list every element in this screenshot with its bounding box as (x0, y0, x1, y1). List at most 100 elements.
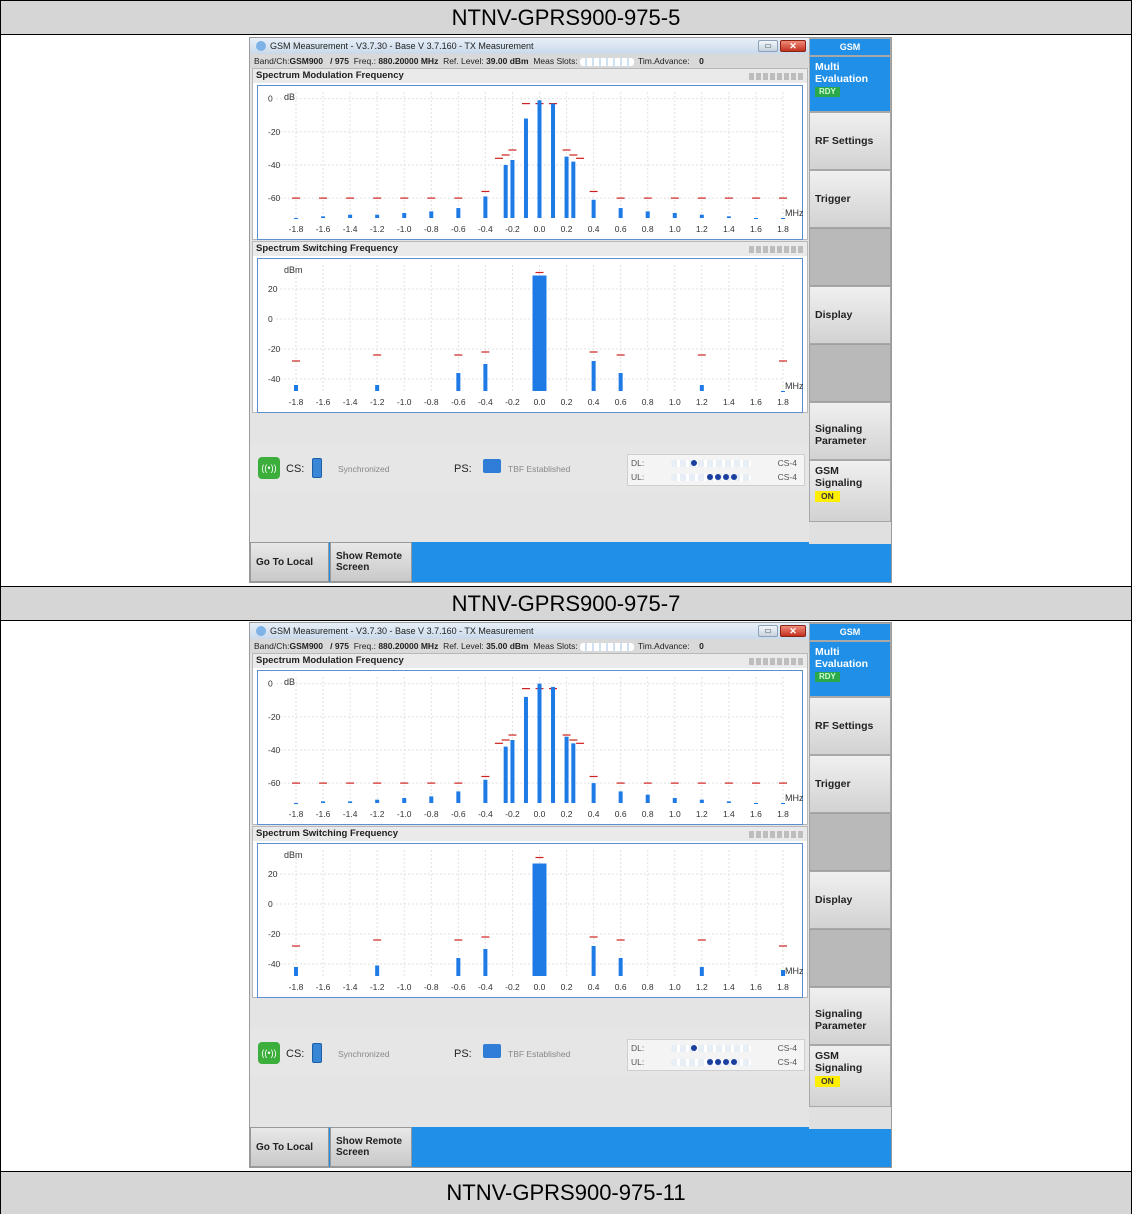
x-tick-label: -1.4 (343, 982, 358, 992)
x-tick-label: 1.8 (777, 809, 789, 819)
x-tick-label: -1.8 (289, 224, 304, 234)
modulation-panel: Spectrum Modulation Frequency -1.8 -1.6 -1… (252, 653, 808, 825)
softkey-empty-1[interactable] (809, 228, 891, 286)
close-icon[interactable]: ✕ (780, 625, 806, 637)
softkey-rf-settings[interactable]: RF Settings (809, 112, 891, 170)
bar (456, 791, 461, 803)
x-tick-label: -0.2 (505, 809, 520, 819)
window-titlebar[interactable]: GSM Measurement - V3.7.30 - Base V 3.7.1… (250, 623, 810, 639)
bar (375, 214, 380, 218)
show-remote-screen-button[interactable]: Show Remote Screen (330, 542, 412, 582)
info-bar: Band/Ch:GSM900 / 975 Freq.: 880.20000 MH… (250, 639, 810, 653)
y-tick-label: 0 (268, 899, 273, 909)
ul-slot-dot (707, 474, 713, 480)
softkey-signaling-parameter[interactable]: Signaling Parameter (809, 402, 891, 460)
x-tick-label: 1.2 (696, 982, 708, 992)
window-title: GSM Measurement - V3.7.30 - Base V 3.7.1… (270, 626, 534, 636)
window-titlebar[interactable]: GSM Measurement - V3.7.30 - Base V 3.7.1… (250, 38, 810, 54)
band-value: GSM900 (289, 56, 323, 66)
x-tick-label: 1.0 (669, 809, 681, 819)
x-tick-label: -0.6 (451, 397, 466, 407)
modulation-chart: -1.8 -1.6 -1.4 -1.2 -1.0 -0.8 -0.6 -0.4 -0.2 0.0 0… (268, 677, 804, 819)
x-tick-label: 1.6 (750, 982, 762, 992)
softkey-empty-2[interactable] (809, 929, 891, 987)
panel-indicator (749, 658, 803, 665)
minimize-icon[interactable]: ▭ (758, 625, 778, 637)
bar (483, 196, 488, 218)
bar (402, 213, 407, 218)
modulation-chart: -1.8 -1.6 -1.4 -1.2 -1.0 -0.8 -0.6 -0.4 -0.2 0.0 0… (268, 92, 804, 234)
bar (781, 803, 785, 804)
laptop-icon (483, 459, 501, 473)
freq-value: 880.20000 MHz (378, 56, 439, 66)
minimize-icon[interactable]: ▭ (758, 40, 778, 52)
x-tick-label: 0.4 (588, 809, 600, 819)
switching-chart: -1.8 -1.6 -1.4 -1.2 -1.0 -0.8 -0.6 -0.4 -0.2 0.0 0… (268, 850, 804, 992)
ps-status: TBF Established (508, 1049, 571, 1059)
softkey-signaling-parameter[interactable]: Signaling Parameter (809, 987, 891, 1045)
close-icon[interactable]: ✕ (780, 40, 806, 52)
rdy-badge: RDY (815, 87, 840, 97)
softkey-display[interactable]: Display (809, 286, 891, 344)
bar (753, 803, 758, 804)
switching-panel: Spectrum Switching Frequency -1.8 -1.6 -1.… (252, 826, 808, 998)
x-tick-label: 0.6 (615, 809, 627, 819)
softkey-trigger[interactable]: Trigger (809, 170, 891, 228)
row-header-2: NTNV-GPRS900-975-7 (1, 586, 1131, 621)
ps-label: PS: (454, 463, 472, 475)
dl-slot-dot (691, 1045, 697, 1051)
y-tick-label: -20 (268, 929, 281, 939)
x-tick-label: -1.4 (343, 224, 358, 234)
ul-slot-dot (723, 474, 729, 480)
bar (564, 736, 569, 803)
softkey-gsm-signaling[interactable]: GSM Signaling ON (809, 1045, 891, 1107)
bar (781, 970, 785, 976)
bar (699, 967, 704, 976)
y-unit-label: dB (284, 677, 295, 687)
x-tick-label: 1.6 (750, 809, 762, 819)
x-tick-label: 1.4 (723, 982, 735, 992)
x-tick-label: 1.2 (696, 397, 708, 407)
go-to-local-button[interactable]: Go To Local (250, 1127, 329, 1167)
ul-slot-dot (731, 474, 737, 480)
y-tick-label: -40 (268, 374, 281, 384)
x-tick-label: 1.8 (777, 224, 789, 234)
timing-advance-label: Tim.Advance: (637, 56, 690, 66)
y-tick-label: 20 (268, 284, 278, 294)
x-tick-label: 0.6 (615, 982, 627, 992)
meas-slots-label: Meas Slots: (533, 56, 578, 66)
bar (551, 103, 556, 218)
go-to-local-button[interactable]: Go To Local (250, 542, 329, 582)
switching-plot: -1.8 -1.6 -1.4 -1.2 -1.0 -0.8 -0.6 -0.4 -0.2 0.0 0… (257, 258, 804, 413)
ref-level-label: Ref. Level: (443, 56, 484, 66)
softkey-gsm[interactable]: GSM (809, 38, 891, 56)
softkey-multi-evaluation[interactable]: Multi Evaluation RDY (809, 56, 891, 112)
bar (532, 275, 547, 391)
softkey-gsm[interactable]: GSM (809, 623, 891, 641)
on-badge: ON (815, 1076, 840, 1087)
bar (672, 798, 677, 803)
row-header-1: NTNV-GPRS900-975-5 (1, 0, 1131, 35)
show-remote-screen-button[interactable]: Show Remote Screen (330, 1127, 412, 1167)
cs-status: Synchronized (338, 1049, 390, 1059)
softkey-empty-2[interactable] (809, 344, 891, 402)
softkey-gsm-signaling[interactable]: GSM Signaling ON (809, 460, 891, 522)
x-tick-label: -0.6 (451, 982, 466, 992)
softkey-empty-1[interactable] (809, 813, 891, 871)
ref-level-value: 35.00 dBm (486, 641, 529, 651)
bar (429, 796, 434, 803)
x-tick-label: -0.6 (451, 809, 466, 819)
softkey-trigger[interactable]: Trigger (809, 755, 891, 813)
row-label: NTNV-GPRS900-975-7 (451, 590, 681, 616)
x-unit-label: MHz (785, 208, 804, 218)
x-tick-label: -1.0 (397, 224, 412, 234)
x-tick-label: 0.4 (588, 982, 600, 992)
softkey-rf-settings[interactable]: RF Settings (809, 697, 891, 755)
x-tick-label: -1.6 (316, 982, 331, 992)
x-tick-label: -1.4 (343, 397, 358, 407)
window-title: GSM Measurement - V3.7.30 - Base V 3.7.1… (270, 41, 534, 51)
softkey-multi-evaluation[interactable]: Multi Evaluation RDY (809, 641, 891, 697)
softkey-display[interactable]: Display (809, 871, 891, 929)
x-tick-label: -1.8 (289, 397, 304, 407)
x-tick-label: 1.8 (777, 982, 789, 992)
